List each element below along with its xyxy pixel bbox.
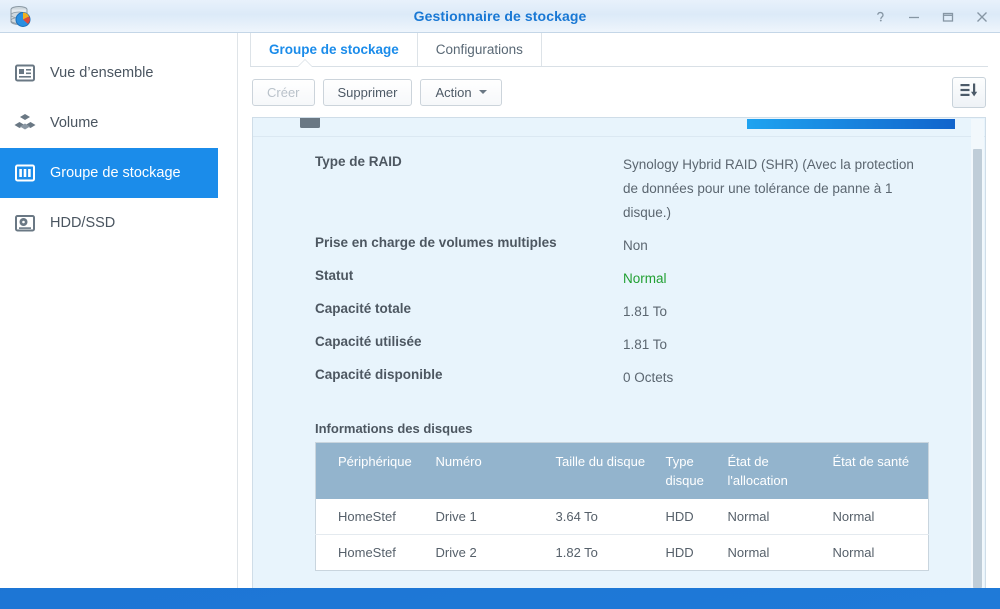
maximize-button[interactable]	[940, 9, 956, 25]
main-pane: Groupe de stockage Configurations Créer …	[238, 33, 1000, 588]
sidebar-item-label: Volume	[50, 115, 99, 131]
overview-card-icon	[14, 62, 36, 84]
table-header-row: Périphérique Numéro Taille du disque Typ…	[315, 442, 929, 499]
window-title: Gestionnaire de stockage	[413, 8, 587, 24]
disks-table-head: Périphérique Numéro Taille du disque Typ…	[315, 442, 929, 499]
tab-configurations[interactable]: Configurations	[418, 33, 542, 66]
cell-size: 3.64 To	[555, 499, 666, 535]
col-disk-type: Type disque	[665, 442, 728, 499]
cell-allocation: Normal	[727, 499, 833, 535]
storage-pool-summary-strip[interactable]	[253, 118, 985, 137]
sidebar-item-hdd-ssd[interactable]: HDD/SSD	[0, 198, 237, 248]
window-body: Vue d’ensemble Volume Groupe de stockage…	[0, 33, 1000, 588]
sort-descending-button[interactable]	[952, 76, 986, 108]
tab-label: Configurations	[435, 42, 523, 57]
raid-details-list: Type de RAID Synology Hybrid RAID (SHR) …	[253, 137, 985, 409]
close-button[interactable]	[974, 9, 990, 25]
cell-number: Drive 1	[435, 499, 556, 535]
vertical-scrollbar[interactable]	[971, 119, 984, 588]
detail-label: Prise en charge de volumes multiples	[315, 235, 557, 250]
action-button-label: Action	[435, 84, 472, 100]
cell-health: Normal	[832, 534, 929, 571]
table-row[interactable]: HomeStef Drive 2 1.82 To HDD Normal Norm…	[315, 534, 929, 571]
cell-device: HomeStef	[315, 534, 436, 571]
tab-storage-pool[interactable]: Groupe de stockage	[250, 33, 418, 66]
cell-allocation: Normal	[727, 534, 833, 571]
sidebar-item-volume[interactable]: Volume	[0, 98, 237, 148]
scrollbar-thumb[interactable]	[973, 149, 982, 588]
disks-table-body: HomeStef Drive 1 3.64 To HDD Normal Norm…	[315, 499, 929, 571]
detail-value: 1.81 To	[623, 337, 668, 352]
sort-descending-icon	[960, 82, 978, 103]
delete-button[interactable]: Supprimer	[322, 78, 413, 106]
detail-value: 0 Octets	[623, 370, 674, 385]
minimize-button[interactable]	[906, 9, 922, 25]
window-titlebar: Gestionnaire de stockage	[0, 0, 1000, 33]
sidebar-item-label: HDD/SSD	[50, 215, 116, 231]
col-health-status: État de santé	[832, 442, 929, 499]
detail-label: Capacité utilisée	[315, 334, 422, 349]
detail-label: Capacité totale	[315, 301, 412, 316]
tab-bar: Groupe de stockage Configurations	[238, 33, 1000, 66]
help-button[interactable]	[872, 9, 888, 25]
col-allocation-status: État de l'allocation	[727, 442, 833, 499]
active-tab-pointer	[298, 60, 312, 67]
detail-row: Capacité utilisée 1.81 To	[315, 333, 985, 357]
create-button[interactable]: Créer	[252, 78, 315, 106]
disks-section-title: Informations des disques	[315, 421, 473, 436]
cell-type: HDD	[665, 534, 728, 571]
sidebar-item-label: Groupe de stockage	[50, 165, 181, 181]
tab-label: Groupe de stockage	[269, 42, 399, 57]
detail-value: Synology Hybrid RAID (SHR) (Avec la prot…	[623, 157, 914, 220]
storage-manager-window: Gestionnaire de stockage Vue d’ensemble …	[0, 0, 1000, 588]
detail-row: Statut Normal	[315, 267, 985, 291]
detail-label: Statut	[315, 268, 354, 283]
storage-pool-detail-panel: Type de RAID Synology Hybrid RAID (SHR) …	[252, 117, 986, 588]
col-disk-size: Taille du disque	[555, 442, 666, 499]
detail-scroll-content: Type de RAID Synology Hybrid RAID (SHR) …	[253, 118, 985, 588]
cell-type: HDD	[665, 499, 728, 535]
create-button-label: Créer	[267, 84, 300, 100]
detail-label: Type de RAID	[315, 154, 402, 169]
detail-row: Capacité totale 1.81 To	[315, 300, 985, 324]
col-device: Périphérique	[315, 442, 436, 499]
cell-health: Normal	[832, 499, 929, 535]
toolbar: Créer Supprimer Action	[238, 67, 1000, 117]
cell-number: Drive 2	[435, 534, 556, 571]
storage-pool-bays-icon	[299, 118, 321, 130]
volume-cubes-icon	[14, 112, 36, 134]
table-row[interactable]: HomeStef Drive 1 3.64 To HDD Normal Norm…	[315, 499, 929, 535]
detail-row: Prise en charge de volumes multiples Non	[315, 234, 985, 258]
cell-size: 1.82 To	[555, 534, 666, 571]
chevron-down-icon	[478, 90, 487, 94]
storage-pool-bays-icon	[14, 162, 36, 184]
action-menu-button[interactable]: Action	[420, 78, 502, 106]
hard-disk-icon	[14, 212, 36, 234]
sidebar: Vue d’ensemble Volume Groupe de stockage…	[0, 33, 238, 588]
window-controls	[872, 0, 990, 33]
pool-usage-bar	[747, 119, 955, 129]
detail-row: Capacité disponible 0 Octets	[315, 366, 985, 390]
delete-button-label: Supprimer	[337, 84, 398, 100]
sidebar-item-label: Vue d’ensemble	[50, 65, 154, 81]
detail-label: Capacité disponible	[315, 367, 443, 382]
detail-value: 1.81 To	[623, 304, 668, 319]
detail-row: Type de RAID Synology Hybrid RAID (SHR) …	[315, 153, 985, 225]
col-number: Numéro	[435, 442, 556, 499]
detail-value-status: Normal	[623, 271, 667, 286]
sidebar-item-storage-pool[interactable]: Groupe de stockage	[0, 148, 218, 198]
detail-value: Non	[623, 238, 648, 253]
cell-device: HomeStef	[315, 499, 436, 535]
sidebar-item-overview[interactable]: Vue d’ensemble	[0, 48, 237, 98]
disks-table: Périphérique Numéro Taille du disque Typ…	[315, 442, 929, 571]
